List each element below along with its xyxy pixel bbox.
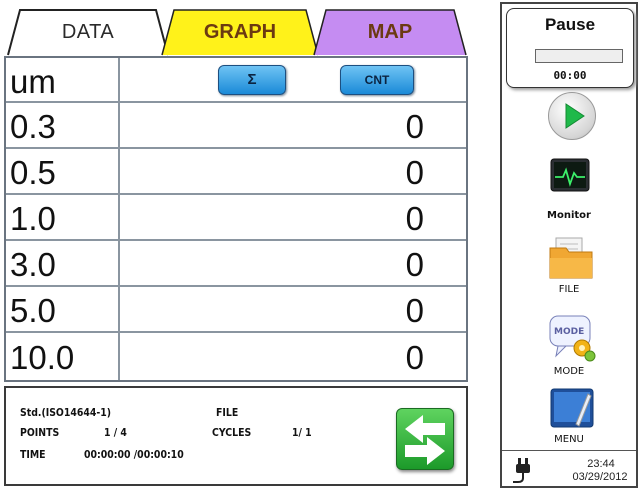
tab-data-label: DATA	[61, 21, 115, 43]
sidebar: Pause 00:00 Monitor FILE MODE MODE MENU …	[500, 2, 638, 488]
switch-view-button[interactable]	[396, 408, 454, 470]
data-table: um Σ CNT 0.3 0 0.5 0 1.0 0 3.0 0 5.0 0 1…	[4, 56, 468, 382]
file-button-label: FILE	[558, 284, 580, 295]
play-button[interactable]	[548, 92, 596, 140]
particle-size: 0.5	[10, 154, 56, 191]
swap-arrows-icon	[405, 415, 445, 465]
points-value: 1 / 4	[104, 426, 127, 439]
table-row: 3.0 0	[6, 241, 466, 287]
folder-icon	[549, 237, 593, 279]
particle-count: 0	[405, 339, 424, 376]
time-label: TIME	[20, 448, 46, 461]
play-icon	[565, 103, 585, 129]
status-label: Pause	[544, 15, 596, 34]
svg-text:MODE: MODE	[554, 327, 584, 337]
clock-date: 03/29/2012	[572, 471, 628, 483]
unit-label: um	[10, 63, 56, 100]
particle-count: 0	[405, 154, 424, 191]
tab-map[interactable]: MAP	[312, 8, 468, 56]
particle-size: 0.3	[10, 108, 56, 145]
progress-bar	[535, 49, 623, 63]
mode-icon: MODE	[549, 315, 596, 362]
particle-size: 10.0	[10, 339, 75, 376]
mode-button[interactable]: MODE MODE	[502, 310, 636, 382]
menu-button-label: MENU	[554, 434, 584, 445]
table-row: 0.5 0	[6, 149, 466, 195]
monitor-label: Monitor	[547, 210, 591, 221]
table-row: 10.0 0	[6, 333, 466, 380]
sum-button[interactable]: Σ	[218, 65, 286, 95]
tab-data[interactable]: DATA	[6, 8, 170, 56]
count-button[interactable]: CNT	[340, 65, 414, 95]
particle-count: 0	[405, 292, 424, 329]
particle-size: 1.0	[10, 200, 56, 237]
table-row: 5.0 0	[6, 287, 466, 333]
sidebar-divider	[502, 450, 636, 451]
table-header-row: um Σ CNT	[6, 58, 466, 103]
time-value: 00:00:00 /00:00:10	[84, 448, 184, 461]
timer: 00:00	[553, 69, 587, 82]
cycles-value: 1/ 1	[292, 426, 312, 439]
particle-count: 0	[405, 246, 424, 283]
table-row: 0.3 0	[6, 103, 466, 149]
particle-count: 0	[405, 108, 424, 145]
file-label: FILE	[216, 406, 239, 419]
clock-time: 23:44	[587, 458, 615, 470]
tab-map-label: MAP	[367, 21, 413, 43]
table-row: 1.0 0	[6, 195, 466, 241]
pause-status-box[interactable]: Pause 00:00	[506, 8, 634, 88]
file-button[interactable]: FILE	[502, 232, 636, 302]
menu-icon	[550, 388, 594, 428]
cycles-label: CYCLES	[212, 426, 252, 439]
tab-graph[interactable]: GRAPH	[160, 8, 320, 56]
points-label: POINTS	[20, 426, 60, 439]
power-plug-icon	[513, 458, 530, 483]
measurement-info-panel: Std.(ISO14644-1) FILE POINTS 1 / 4 CYCLE…	[4, 386, 468, 486]
particle-size: 5.0	[10, 292, 56, 329]
tab-graph-label: GRAPH	[203, 21, 277, 43]
particle-size: 3.0	[10, 246, 56, 283]
standard-label: Std.(ISO14644-1)	[20, 406, 112, 419]
monitor-button[interactable]: Monitor	[502, 154, 636, 224]
menu-button[interactable]: MENU	[502, 384, 636, 452]
mode-button-label: MODE	[553, 366, 585, 377]
particle-count: 0	[405, 200, 424, 237]
monitor-icon	[550, 158, 590, 192]
